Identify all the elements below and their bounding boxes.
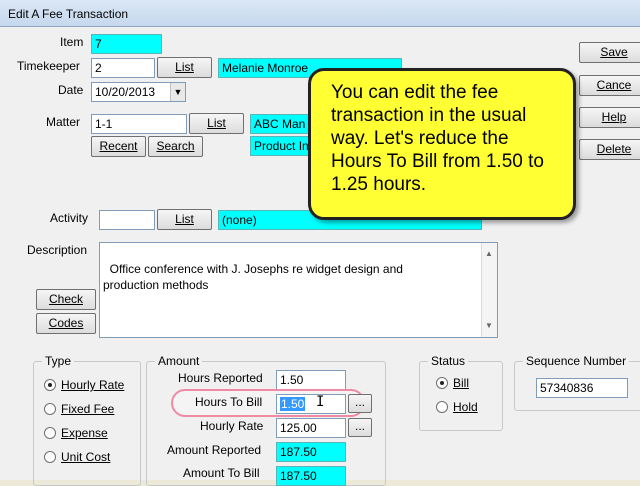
activity-label: Activity <box>50 211 89 225</box>
description-scrollbar[interactable]: ▲ ▼ <box>481 243 497 337</box>
help-button[interactable]: Help <box>579 107 640 128</box>
recent-button[interactable]: Recent <box>91 136 146 157</box>
sequence-number-legend: Sequence Number <box>523 354 630 368</box>
help-label: Help <box>601 110 627 124</box>
activity-field[interactable] <box>99 210 155 230</box>
hourly-rate-ellipsis-button[interactable]: ... <box>348 418 372 437</box>
activity-list-button[interactable]: List <box>157 209 212 230</box>
delete-button[interactable]: Delete <box>579 139 640 160</box>
type-unit-cost-radio[interactable] <box>44 451 56 463</box>
search-label: Search <box>156 139 195 153</box>
scroll-down-icon[interactable]: ▼ <box>485 318 493 334</box>
timekeeper-list-button[interactable]: List <box>157 57 212 78</box>
check-button[interactable]: Check <box>36 289 96 310</box>
hours-to-bill-field[interactable]: 1.50 <box>276 394 346 414</box>
hours-reported-field[interactable]: 1.50 <box>276 370 346 390</box>
hours-to-bill-ellipsis-button[interactable]: ... <box>348 394 372 413</box>
cancel-label: Cance <box>596 78 632 92</box>
hourly-rate-field[interactable]: 125.00 <box>276 418 346 438</box>
type-fixed-fee-radio[interactable] <box>44 403 56 415</box>
matter-list-label: List <box>207 116 226 130</box>
item-field[interactable]: 7 <box>91 34 162 54</box>
amount-group-legend: Amount <box>155 354 203 368</box>
save-label: Save <box>600 45 628 59</box>
timekeeper-list-label: List <box>175 60 194 74</box>
status-hold-label[interactable]: Hold <box>453 400 478 414</box>
recent-label: Recent <box>99 139 138 153</box>
callout-text: You can edit the fee transaction in the … <box>331 82 544 195</box>
date-dropdown[interactable]: 10/20/2013 ▼ <box>91 82 186 102</box>
amount-to-bill-field: 187.50 <box>276 466 346 486</box>
amount-reported-label: Amount Reported <box>167 443 262 457</box>
type-hourly-rate-label[interactable]: Hourly Rate <box>61 378 124 392</box>
hours-reported-label: Hours Reported <box>178 371 263 385</box>
hours-to-bill-label: Hours To Bill <box>195 395 263 409</box>
delete-label: Delete <box>596 142 632 156</box>
timekeeper-field[interactable]: 2 <box>91 58 155 78</box>
amount-to-bill-label: Amount To Bill <box>183 466 260 480</box>
amount-reported-field: 187.50 <box>276 442 346 462</box>
codes-label: Codes <box>48 316 84 330</box>
window-title: Edit A Fee Transaction <box>8 7 129 21</box>
matter-description: Product In <box>250 136 314 156</box>
status-group-legend: Status <box>428 354 469 368</box>
hourly-rate-label: Hourly Rate <box>200 419 264 433</box>
sequence-number-field: 57340836 <box>536 378 628 398</box>
item-label: Item <box>60 35 84 49</box>
type-unit-cost-label[interactable]: Unit Cost <box>61 450 110 464</box>
hours-to-bill-value: 1.50 <box>280 397 306 411</box>
text-cursor-icon: I <box>316 394 325 410</box>
type-fixed-fee-label[interactable]: Fixed Fee <box>61 402 114 416</box>
matter-label: Matter <box>46 115 81 129</box>
description-label: Description <box>27 243 88 257</box>
title-bar: Edit A Fee Transaction <box>0 0 640 27</box>
status-group: Status <box>419 354 503 431</box>
scroll-up-icon[interactable]: ▲ <box>485 246 493 262</box>
search-button[interactable]: Search <box>148 136 203 157</box>
description-text: Office conference with J. Josephs re wid… <box>103 262 403 292</box>
type-expense-radio[interactable] <box>44 427 56 439</box>
type-group-legend: Type <box>42 354 75 368</box>
check-label: Check <box>48 292 83 306</box>
codes-button[interactable]: Codes <box>36 313 96 334</box>
chevron-down-icon[interactable]: ▼ <box>170 83 185 101</box>
date-value: 10/20/2013 <box>95 85 156 99</box>
status-bill-radio[interactable] <box>436 377 448 389</box>
matter-list-button[interactable]: List <box>189 113 244 134</box>
save-button[interactable]: Save <box>579 42 640 63</box>
type-hourly-rate-radio[interactable] <box>44 379 56 391</box>
tutorial-callout: You can edit the fee transaction in the … <box>308 68 576 220</box>
matter-client: ABC Man <box>250 114 314 134</box>
type-expense-label[interactable]: Expense <box>61 426 108 440</box>
activity-list-label: List <box>175 212 194 226</box>
cancel-button[interactable]: Cance <box>579 75 640 96</box>
description-textarea[interactable]: Office conference with J. Josephs re wid… <box>99 242 498 338</box>
status-hold-radio[interactable] <box>436 401 448 413</box>
matter-field[interactable]: 1-1 <box>91 114 187 134</box>
date-label: Date <box>58 83 84 97</box>
status-bill-label[interactable]: Bill <box>453 376 469 390</box>
timekeeper-label: Timekeeper <box>17 59 80 73</box>
